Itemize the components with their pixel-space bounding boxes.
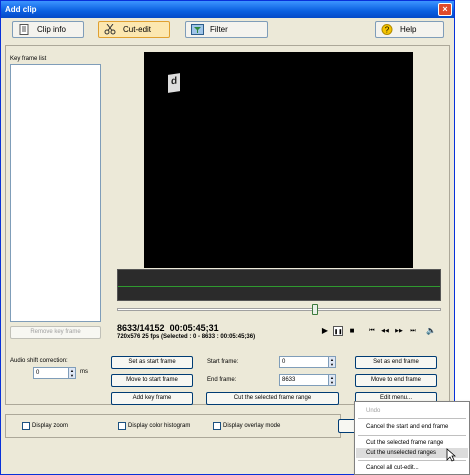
filter-button[interactable]: Filter xyxy=(185,21,268,38)
edit-context-menu: Undo Cancel the start and end frame Cut … xyxy=(354,401,470,475)
start-frame-stepper[interactable]: ▲ ▼ xyxy=(328,356,336,368)
display-histogram-checkbox[interactable] xyxy=(118,422,126,430)
filter-icon xyxy=(191,24,204,35)
forward-icon[interactable]: ▶▶ xyxy=(394,326,404,336)
first-frame-icon[interactable]: ⏮ xyxy=(367,326,377,336)
menu-item-cancel-start-end[interactable]: Cancel the start and end frame xyxy=(356,422,468,432)
audio-shift-unit: ms xyxy=(80,369,88,375)
timeline-slider-thumb[interactable] xyxy=(311,304,318,315)
move-to-end-frame-button[interactable]: Move to end frame xyxy=(355,374,437,387)
scissors-icon xyxy=(104,23,117,35)
filter-label: Filter xyxy=(210,25,228,34)
display-overlay-label: Display overlay mode xyxy=(223,423,281,429)
start-frame-label: Start frame: xyxy=(207,359,239,365)
clip-info-button[interactable]: Clip info xyxy=(12,21,84,38)
help-icon: ? xyxy=(381,24,394,35)
volume-icon[interactable]: 🔈 xyxy=(426,326,436,336)
add-key-frame-button[interactable]: Add key frame xyxy=(111,392,193,405)
stop-icon[interactable]: ■ xyxy=(347,326,357,336)
timecode: 00:05:45;31 xyxy=(169,323,219,333)
audio-shift-input[interactable]: 0 xyxy=(33,367,69,379)
video-info: 720x576 25 fps (Selected : 0 - 8633 : 00… xyxy=(117,334,256,340)
close-icon: × xyxy=(442,4,448,14)
remove-key-frame-button[interactable]: Remove key frame xyxy=(10,326,101,339)
menu-separator xyxy=(358,418,466,419)
cut-edit-label: Cut-edit xyxy=(123,25,152,34)
video-preview: d xyxy=(144,52,413,268)
cut-selected-range-button[interactable]: Cut the selected frame range xyxy=(206,392,339,405)
clip-info-label: Clip info xyxy=(37,25,66,34)
end-frame-input[interactable]: 8633 xyxy=(279,374,329,386)
end-frame-label: End frame: xyxy=(207,377,237,383)
display-zoom-checkbox[interactable] xyxy=(22,422,30,430)
move-to-start-frame-button[interactable]: Move to start frame xyxy=(111,374,193,387)
audio-shift-label: Audio shift correction: xyxy=(10,358,68,364)
waveform-line xyxy=(118,286,440,287)
set-start-frame-button[interactable]: Set as start frame xyxy=(111,356,193,369)
display-zoom-label: Display zoom xyxy=(32,423,69,429)
rewind-icon[interactable]: ◀◀ xyxy=(380,326,390,336)
title-bar: Add clip × xyxy=(1,1,454,18)
menu-item-cut-selected[interactable]: Cut the selected frame range xyxy=(356,438,468,448)
audio-waveform xyxy=(117,269,441,301)
document-icon xyxy=(18,24,31,35)
audio-shift-stepper[interactable]: ▲ ▼ xyxy=(68,367,76,379)
menu-separator xyxy=(358,435,466,436)
menu-item-cancel-all[interactable]: Cancel all cut-edit... xyxy=(356,463,468,473)
close-button[interactable]: × xyxy=(438,3,452,16)
position-readout: 8633/14152 00:05:45;31 xyxy=(117,323,219,333)
window-title: Add clip xyxy=(5,5,37,14)
key-frame-list-heading: Key frame list xyxy=(10,56,47,62)
mouse-cursor-icon xyxy=(446,448,456,462)
help-button[interactable]: ? Help xyxy=(375,21,444,38)
start-frame-input[interactable]: 0 xyxy=(279,356,329,368)
menu-item-undo[interactable]: Undo xyxy=(356,406,468,416)
cut-edit-button[interactable]: Cut-edit xyxy=(98,21,170,38)
play-icon[interactable]: ▶ xyxy=(320,326,330,336)
channel-logo: d xyxy=(168,73,180,93)
help-label: Help xyxy=(400,25,417,34)
pause-icon[interactable]: ❚❚ xyxy=(333,326,343,336)
set-end-frame-button[interactable]: Set as end frame xyxy=(355,356,437,369)
display-overlay-checkbox[interactable] xyxy=(213,422,221,430)
display-histogram-label: Display color histogram xyxy=(128,423,191,429)
last-frame-icon[interactable]: ⏭ xyxy=(408,326,418,336)
svg-text:?: ? xyxy=(385,26,390,35)
key-frame-list[interactable] xyxy=(10,64,101,322)
frame-counter: 8633/14152 xyxy=(117,323,165,333)
timeline-track[interactable] xyxy=(117,308,441,311)
end-frame-stepper[interactable]: ▲ ▼ xyxy=(328,374,336,386)
